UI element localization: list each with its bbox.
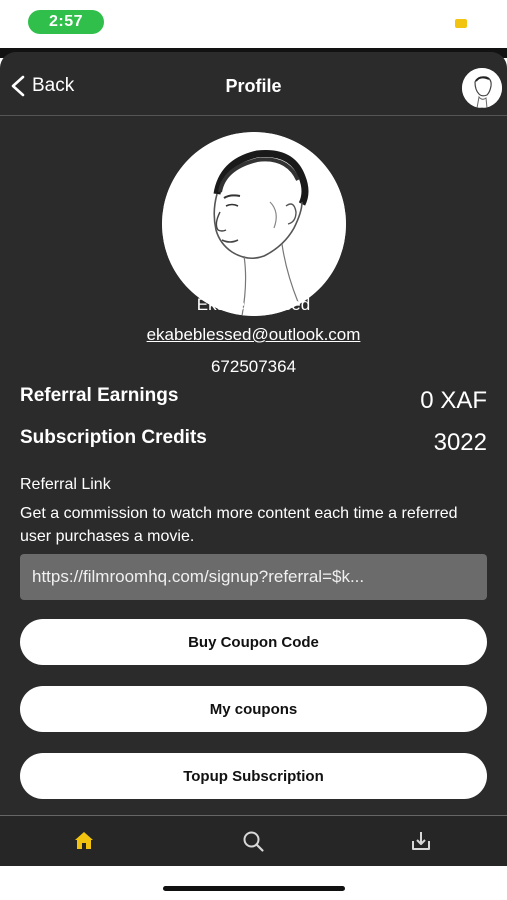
home-icon [75, 832, 93, 849]
profile-email-link[interactable]: ekabeblessed@outlook.com [0, 325, 507, 345]
avatar-portrait-image [462, 68, 502, 108]
tab-home[interactable] [71, 828, 97, 854]
subscription-credits-row: Subscription Credits 3022 [20, 427, 487, 459]
home-indicator [163, 886, 345, 891]
referral-earnings-row: Referral Earnings 0 XAF [20, 385, 487, 417]
tab-downloads[interactable] [408, 828, 434, 854]
subscription-credits-label: Subscription Credits [20, 427, 207, 448]
battery-icon [455, 19, 467, 28]
subscription-credits-value: 3022 [433, 429, 487, 456]
tab-bar [0, 815, 507, 866]
referral-earnings-label: Referral Earnings [20, 385, 179, 406]
topup-subscription-button[interactable]: Topup Subscription [20, 753, 487, 799]
page-title: Profile [225, 76, 282, 96]
profile-name: Ekabe Blessed [196, 295, 311, 314]
referral-link-field[interactable]: https://filmroomhq.com/signup?referral=$… [20, 554, 487, 600]
my-coupons-button[interactable]: My coupons [20, 686, 487, 732]
nav-avatar[interactable] [462, 68, 502, 108]
download-icon [412, 832, 430, 850]
nav-bar: Back Profile [0, 52, 507, 116]
status-bar: 2:57 [0, 0, 507, 48]
status-time: 2:57 [28, 10, 104, 34]
search-icon [243, 831, 264, 852]
referral-description: Get a commission to watch more content e… [20, 505, 458, 545]
profile-phone: 672507364 [210, 357, 297, 376]
referral-link-title: Referral Link [20, 476, 111, 493]
referral-earnings-value: 0 XAF [420, 387, 487, 414]
buy-coupon-button[interactable]: Buy Coupon Code [20, 619, 487, 665]
tab-search[interactable] [240, 828, 266, 854]
profile-portrait-image [162, 132, 346, 316]
profile-sheet: Back Profile Ekabe Blessed ekabeblessed@… [0, 52, 507, 866]
profile-avatar [162, 132, 346, 316]
